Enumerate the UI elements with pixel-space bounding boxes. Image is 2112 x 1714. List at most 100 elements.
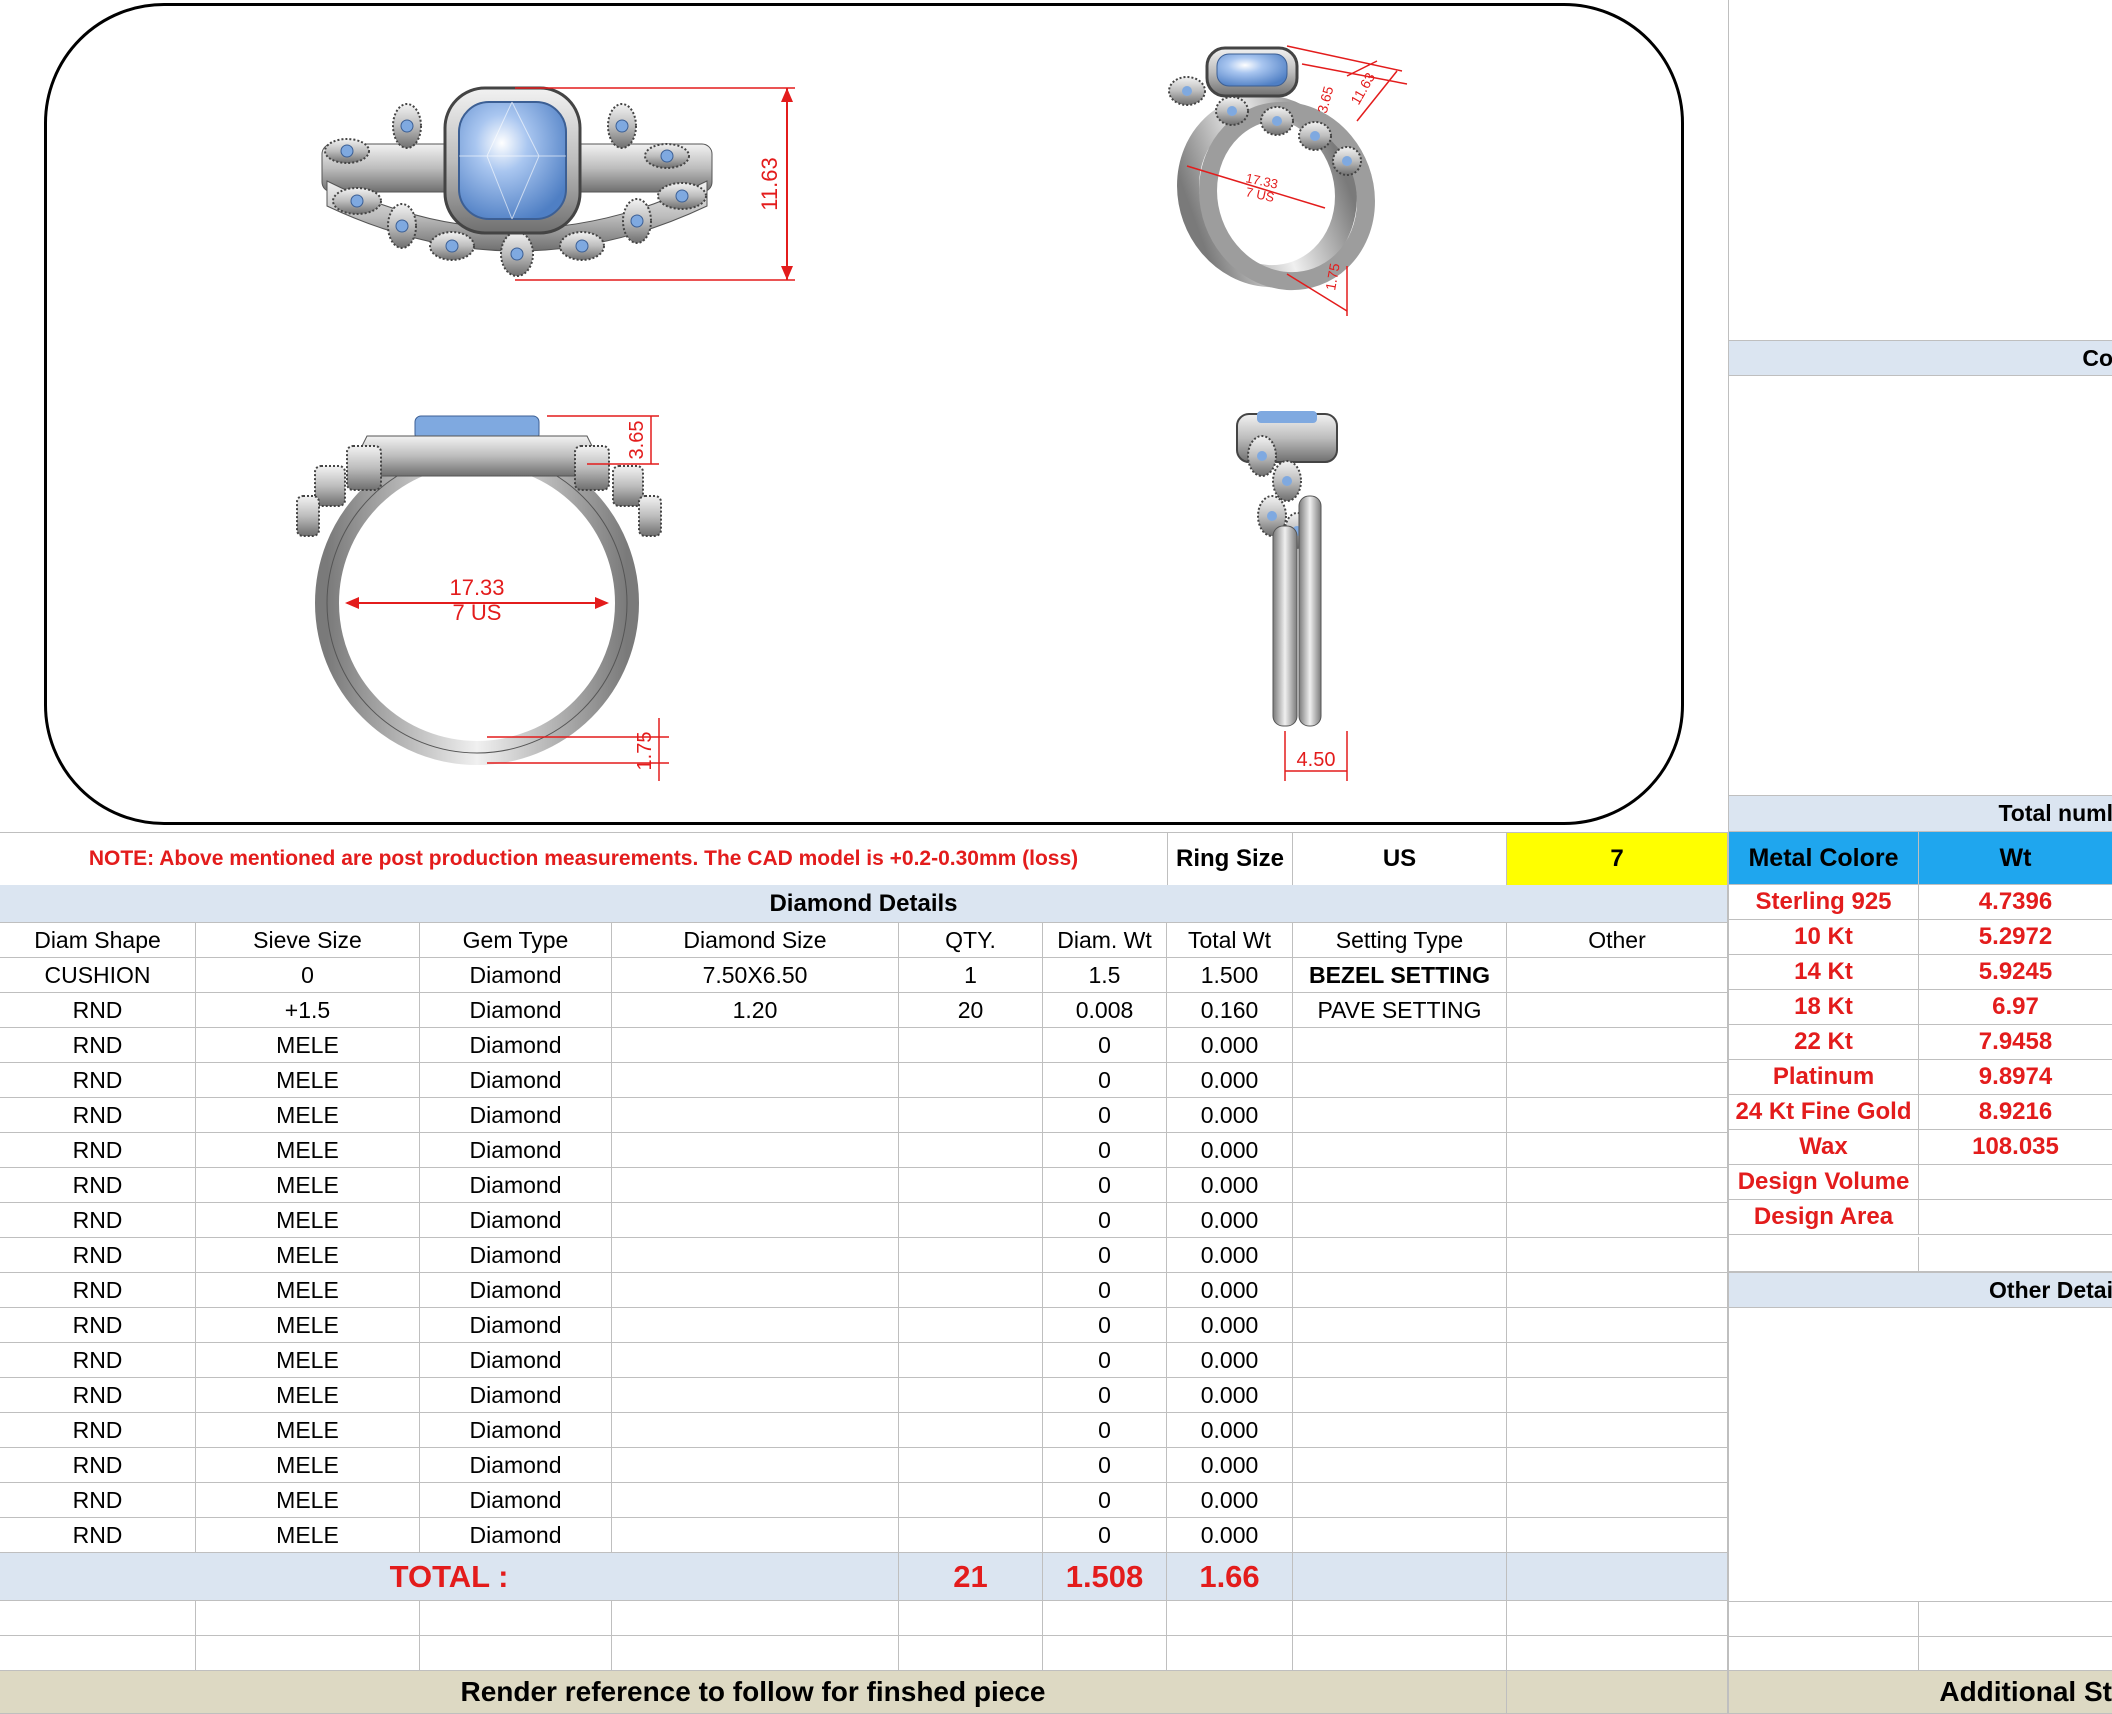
total-wt-cell[interactable]: 0.000 [1167, 1063, 1293, 1098]
other-cell[interactable] [1507, 1343, 1728, 1378]
gem-type-cell[interactable]: Diamond [420, 993, 612, 1028]
metal-name-cell[interactable]: 24 Kt Fine Gold [1729, 1095, 1919, 1130]
qty-cell[interactable] [899, 1203, 1043, 1238]
sieve-size-cell[interactable]: MELE [196, 1028, 420, 1063]
gem-type-cell[interactable]: Diamond [420, 1063, 612, 1098]
qty-cell[interactable] [899, 1273, 1043, 1308]
metal-wt-cell[interactable]: 5.9245 [1919, 955, 2112, 990]
total-wt-cell[interactable]: 1.500 [1167, 958, 1293, 993]
total-wt-cell[interactable]: 0.000 [1167, 1483, 1293, 1518]
diamond-size-cell[interactable] [612, 1308, 899, 1343]
gem-type-cell[interactable]: Diamond [420, 1168, 612, 1203]
other-cell[interactable] [1507, 1238, 1728, 1273]
gem-type-cell[interactable]: Diamond [420, 1238, 612, 1273]
sieve-size-cell[interactable]: MELE [196, 1518, 420, 1553]
diam-shape-cell[interactable]: RND [0, 1378, 196, 1413]
total-wt-cell[interactable]: 0.000 [1167, 1308, 1293, 1343]
qty-cell[interactable] [899, 1413, 1043, 1448]
total-wt-cell[interactable]: 0.000 [1167, 1238, 1293, 1273]
metal-name-cell[interactable]: Platinum [1729, 1060, 1919, 1095]
total-wt-cell[interactable]: 0.000 [1167, 1378, 1293, 1413]
metal-wt-cell[interactable] [1919, 1200, 2112, 1235]
gem-type-cell[interactable]: Diamond [420, 1518, 612, 1553]
diam-shape-cell[interactable]: RND [0, 1308, 196, 1343]
metal-name-cell[interactable]: Design Area [1729, 1200, 1919, 1235]
diamond-size-cell[interactable]: 1.20 [612, 993, 899, 1028]
setting-type-cell[interactable]: BEZEL SETTING [1293, 958, 1507, 993]
diam-shape-cell[interactable]: RND [0, 1028, 196, 1063]
metal-wt-cell[interactable]: 9.8974 [1919, 1060, 2112, 1095]
other-cell[interactable] [1507, 1308, 1728, 1343]
qty-cell[interactable] [899, 1343, 1043, 1378]
gem-type-cell[interactable]: Diamond [420, 1098, 612, 1133]
qty-cell[interactable] [899, 1483, 1043, 1518]
sieve-size-cell[interactable]: MELE [196, 1448, 420, 1483]
total-wt-cell[interactable]: 0.000 [1167, 1273, 1293, 1308]
diam-wt-cell[interactable]: 0 [1043, 1168, 1167, 1203]
metal-name-cell[interactable]: Design Volume [1729, 1165, 1919, 1200]
setting-type-cell[interactable] [1293, 1378, 1507, 1413]
diam-wt-cell[interactable]: 0 [1043, 1378, 1167, 1413]
qty-cell[interactable] [899, 1028, 1043, 1063]
gem-type-cell[interactable]: Diamond [420, 1378, 612, 1413]
metal-name-cell[interactable]: 10 Kt [1729, 920, 1919, 955]
diam-shape-cell[interactable]: RND [0, 1518, 196, 1553]
diamond-size-cell[interactable] [612, 1168, 899, 1203]
total-wt-cell[interactable]: 0.160 [1167, 993, 1293, 1028]
diam-shape-cell[interactable]: RND [0, 1133, 196, 1168]
qty-cell[interactable]: 20 [899, 993, 1043, 1028]
diam-shape-cell[interactable]: RND [0, 1413, 196, 1448]
other-cell[interactable] [1507, 1378, 1728, 1413]
diam-wt-cell[interactable]: 0 [1043, 1518, 1167, 1553]
diam-wt-cell[interactable]: 0 [1043, 1063, 1167, 1098]
other-cell[interactable] [1507, 958, 1728, 993]
sieve-size-cell[interactable]: MELE [196, 1098, 420, 1133]
sieve-size-cell[interactable]: MELE [196, 1238, 420, 1273]
diamond-size-cell[interactable] [612, 1238, 899, 1273]
total-wt-cell[interactable]: 0.000 [1167, 1448, 1293, 1483]
setting-type-cell[interactable] [1293, 1343, 1507, 1378]
metal-name-cell[interactable]: Sterling 925 [1729, 885, 1919, 920]
diam-shape-cell[interactable]: RND [0, 993, 196, 1028]
other-cell[interactable] [1507, 1098, 1728, 1133]
metal-name-cell[interactable]: Wax [1729, 1130, 1919, 1165]
sieve-size-cell[interactable]: MELE [196, 1343, 420, 1378]
other-cell[interactable] [1507, 1483, 1728, 1518]
other-cell[interactable] [1507, 1413, 1728, 1448]
other-cell[interactable] [1507, 1028, 1728, 1063]
other-cell[interactable] [1507, 1273, 1728, 1308]
gem-type-cell[interactable]: Diamond [420, 1448, 612, 1483]
metal-wt-cell[interactable] [1919, 1165, 2112, 1200]
total-wt-cell[interactable]: 0.000 [1167, 1028, 1293, 1063]
setting-type-cell[interactable] [1293, 1448, 1507, 1483]
other-cell[interactable] [1507, 1063, 1728, 1098]
diam-wt-cell[interactable]: 0 [1043, 1308, 1167, 1343]
sieve-size-cell[interactable]: 0 [196, 958, 420, 993]
setting-type-cell[interactable] [1293, 1133, 1507, 1168]
diam-wt-cell[interactable]: 1.5 [1043, 958, 1167, 993]
sieve-size-cell[interactable]: MELE [196, 1168, 420, 1203]
other-cell[interactable] [1507, 1203, 1728, 1238]
diam-shape-cell[interactable]: RND [0, 1483, 196, 1518]
sieve-size-cell[interactable]: MELE [196, 1413, 420, 1448]
qty-cell[interactable] [899, 1518, 1043, 1553]
setting-type-cell[interactable] [1293, 1203, 1507, 1238]
other-cell[interactable] [1507, 1448, 1728, 1483]
diamond-size-cell[interactable] [612, 1028, 899, 1063]
diam-shape-cell[interactable]: RND [0, 1448, 196, 1483]
diamond-size-cell[interactable] [612, 1273, 899, 1308]
metal-wt-cell[interactable]: 5.2972 [1919, 920, 2112, 955]
sieve-size-cell[interactable]: MELE [196, 1483, 420, 1518]
diam-shape-cell[interactable]: RND [0, 1098, 196, 1133]
metal-name-cell[interactable]: 22 Kt [1729, 1025, 1919, 1060]
diam-wt-cell[interactable]: 0.008 [1043, 993, 1167, 1028]
qty-cell[interactable] [899, 1308, 1043, 1343]
gem-type-cell[interactable]: Diamond [420, 1028, 612, 1063]
diam-wt-cell[interactable]: 0 [1043, 1203, 1167, 1238]
other-cell[interactable] [1507, 1518, 1728, 1553]
sieve-size-cell[interactable]: MELE [196, 1203, 420, 1238]
diamond-size-cell[interactable] [612, 1413, 899, 1448]
total-wt-cell[interactable]: 0.000 [1167, 1168, 1293, 1203]
total-wt-cell[interactable]: 0.000 [1167, 1203, 1293, 1238]
qty-cell[interactable] [899, 1238, 1043, 1273]
